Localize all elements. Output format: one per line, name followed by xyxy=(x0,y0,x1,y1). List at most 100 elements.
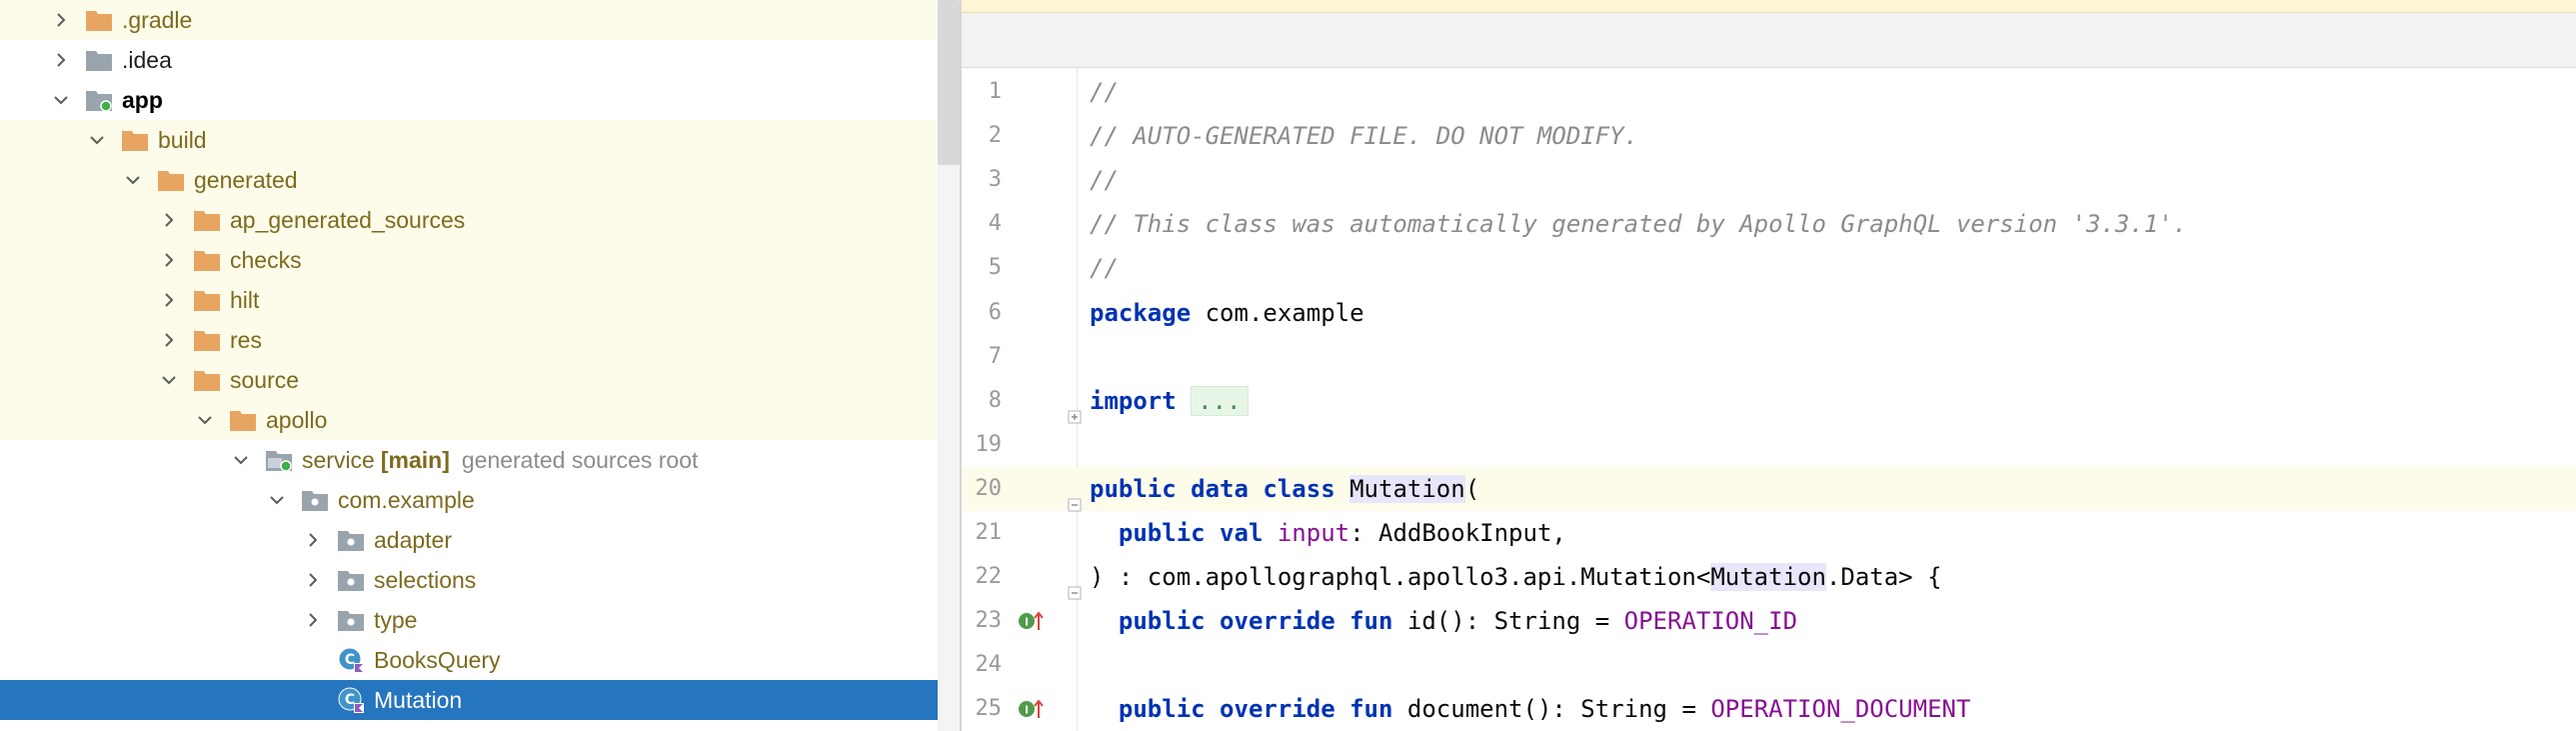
code-line[interactable]: 2 // AUTO-GENERATED FILE. DO NOT MODIFY. xyxy=(962,114,2576,158)
line-number[interactable]: 25 xyxy=(962,687,1003,731)
editor-notification-bar xyxy=(962,0,2576,13)
tree-item-app[interactable]: app xyxy=(0,80,938,120)
line-number[interactable]: 24 xyxy=(962,643,1003,687)
tree-item-apollo[interactable]: apollo xyxy=(0,400,938,440)
code-line[interactable]: 19 xyxy=(962,423,2576,467)
code-text[interactable]: // This class was automatically generate… xyxy=(1090,202,2187,246)
line-number[interactable]: 20 xyxy=(962,467,1003,511)
chevron-down-icon[interactable] xyxy=(266,489,288,511)
svg-text:I: I xyxy=(1025,704,1029,717)
code-text[interactable]: public override fun document(): String =… xyxy=(1090,687,1971,731)
chevron-right-icon[interactable] xyxy=(158,209,180,231)
tree-item-gradle[interactable]: .gradle xyxy=(0,0,938,40)
code-line[interactable]: 22 ) : com.apollographql.apollo3.api.Muta… xyxy=(962,555,2576,600)
chevron-down-icon[interactable] xyxy=(230,449,252,471)
line-number[interactable]: 1 xyxy=(962,70,1002,114)
chevron-right-icon[interactable] xyxy=(158,249,180,271)
tree-item-build[interactable]: build xyxy=(0,120,938,160)
code-line[interactable]: 8 import ... xyxy=(962,379,2576,424)
tree-item-res[interactable]: res xyxy=(0,320,938,360)
tree-item-adapter[interactable]: adapter xyxy=(0,520,938,560)
tree-item-label: adapter xyxy=(374,526,453,553)
chevron-down-icon[interactable] xyxy=(194,409,216,431)
code-line[interactable]: 25 I public override fun document(): Stri… xyxy=(962,687,2576,731)
tree-item-generated[interactable]: generated xyxy=(0,160,938,200)
chevron-down-icon[interactable] xyxy=(122,169,144,191)
code-text[interactable]: // AUTO-GENERATED FILE. DO NOT MODIFY. xyxy=(1090,114,1638,158)
chevron-down-icon[interactable] xyxy=(86,129,108,151)
code-token: // AUTO-GENERATED FILE. DO NOT MODIFY. xyxy=(1090,122,1639,150)
tree-item-label: Mutation xyxy=(374,686,463,713)
line-number[interactable]: 6 xyxy=(962,291,1002,335)
code-text[interactable]: package com.example xyxy=(1090,291,1364,335)
chevron-right-icon[interactable] xyxy=(302,609,324,631)
folder-gray-icon xyxy=(84,47,114,73)
fold-collapse-icon[interactable] xyxy=(1068,570,1082,600)
code-token: Mutation xyxy=(1710,563,1826,591)
code-line[interactable]: 20 public data class Mutation( xyxy=(962,467,2576,512)
code-line[interactable]: 3 // xyxy=(962,158,2576,202)
tree-item-label: apollo xyxy=(266,406,328,433)
chevron-right-icon[interactable] xyxy=(50,49,72,71)
line-number[interactable]: 22 xyxy=(962,555,1003,599)
chevron-right-icon[interactable] xyxy=(302,529,324,551)
code-text[interactable]: // xyxy=(1090,70,1119,114)
line-number[interactable]: 21 xyxy=(962,511,1003,555)
code-token: public val xyxy=(1118,519,1264,547)
tree-item-mutation[interactable]: C Mutation xyxy=(0,680,938,720)
implements-gutter-icon[interactable]: I xyxy=(1018,698,1044,720)
folded-imports[interactable]: ... xyxy=(1191,386,1249,416)
fold-expand-icon[interactable] xyxy=(1068,394,1082,424)
tree-item-selections[interactable]: selections xyxy=(0,560,938,600)
project-tree-scrollbar[interactable] xyxy=(938,0,960,731)
code-text[interactable]: public val input: AddBookInput, xyxy=(1090,511,1566,555)
tree-item-hilt[interactable]: hilt xyxy=(0,280,938,320)
code-text[interactable]: // xyxy=(1090,246,1119,290)
code-line[interactable]: 6 package com.example xyxy=(962,291,2576,335)
code-text[interactable]: ) : com.apollographql.apollo3.api.Mutati… xyxy=(1090,555,1942,599)
chevron-right-icon[interactable] xyxy=(50,9,72,31)
chevron-right-icon[interactable] xyxy=(158,329,180,351)
line-number[interactable]: 23 xyxy=(962,599,1003,643)
tree-item-idea[interactable]: .idea xyxy=(0,40,938,80)
code-line[interactable]: 7 xyxy=(962,335,2576,379)
line-number[interactable]: 5 xyxy=(962,246,1002,290)
code-line[interactable]: 21 public val input: AddBookInput, xyxy=(962,511,2576,555)
package-folder-icon xyxy=(336,567,366,593)
code-line[interactable]: 4 // This class was automatically generat… xyxy=(962,202,2576,246)
folder-orange-icon xyxy=(120,127,150,153)
tree-item-com-example[interactable]: com.example xyxy=(0,480,938,520)
code-line[interactable]: 24 xyxy=(962,643,2576,687)
kotlin-class-icon: C xyxy=(336,687,366,713)
code-text[interactable]: // xyxy=(1090,158,1119,202)
line-number[interactable]: 8 xyxy=(962,379,1002,423)
line-number[interactable]: 19 xyxy=(962,423,1003,467)
tree-item-source[interactable]: source xyxy=(0,360,938,400)
tree-item-type[interactable]: type xyxy=(0,600,938,640)
tree-item-booksquery[interactable]: C BooksQuery xyxy=(0,640,938,680)
folder-orange-icon xyxy=(192,207,222,233)
implements-gutter-icon[interactable]: I xyxy=(1018,610,1044,632)
fold-collapse-icon[interactable] xyxy=(1068,482,1082,512)
code-line[interactable]: 5 // xyxy=(962,246,2576,290)
line-number[interactable]: 2 xyxy=(962,114,1002,158)
chevron-right-icon[interactable] xyxy=(302,569,324,591)
tree-item-checks[interactable]: checks xyxy=(0,240,938,280)
code-editor[interactable]: 1 // 2 // AUTO-GENERATED FILE. DO NOT MODIF… xyxy=(962,0,2576,731)
tree-item-service[interactable]: service [main] generated sources root xyxy=(0,440,938,480)
line-number[interactable]: 3 xyxy=(962,158,1002,202)
line-number[interactable]: 4 xyxy=(962,202,1002,246)
code-text[interactable]: public override fun id(): String = OPERA… xyxy=(1090,599,1797,643)
code-token: public data class xyxy=(1090,475,1335,503)
chevron-down-icon[interactable] xyxy=(158,369,180,391)
code-line[interactable]: 1 // xyxy=(962,70,2576,114)
scrollbar-thumb[interactable] xyxy=(938,0,960,165)
chevron-down-icon[interactable] xyxy=(50,89,72,111)
line-number[interactable]: 7 xyxy=(962,335,1002,379)
code-text[interactable]: public data class Mutation( xyxy=(1090,467,1479,511)
code-text[interactable]: import ... xyxy=(1090,379,1249,423)
tree-item-ap-generated-sources[interactable]: ap_generated_sources xyxy=(0,200,938,240)
code-line[interactable]: 23 I public override fun id(): String = O… xyxy=(962,599,2576,643)
chevron-right-icon[interactable] xyxy=(158,289,180,311)
